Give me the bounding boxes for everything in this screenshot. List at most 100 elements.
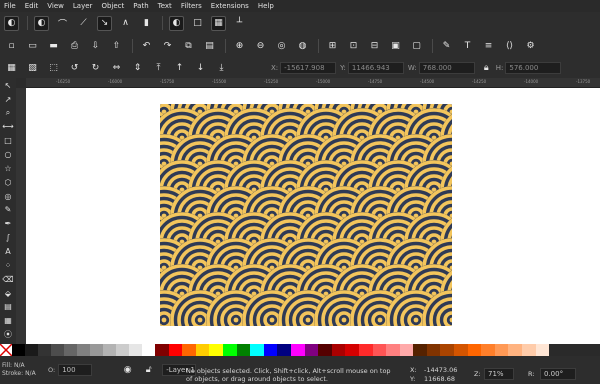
export-icon[interactable]: ⇧	[109, 39, 124, 54]
raise-top-icon[interactable]: ⤒	[151, 61, 166, 76]
color-swatch[interactable]	[182, 344, 196, 356]
node-tool-icon[interactable]: ↗	[2, 94, 14, 104]
color-swatch[interactable]	[290, 344, 305, 356]
rect-icon[interactable]: □	[2, 135, 14, 145]
text-icon[interactable]: T	[460, 39, 475, 54]
zoom-tool-icon[interactable]: ⌕	[2, 108, 14, 118]
menu-view[interactable]: View	[47, 2, 64, 10]
unlink-icon[interactable]: ⊟	[367, 39, 382, 54]
horizontal-ruler[interactable]: -16250 -16000 -15750 -15500 -15250 -15000 -147…	[26, 78, 600, 88]
flip-v-icon[interactable]: ⇕	[130, 61, 145, 76]
color-swatch[interactable]	[399, 344, 414, 356]
menu-object[interactable]: Object	[101, 2, 124, 10]
color-swatch[interactable]	[263, 344, 278, 356]
calligraphy-icon[interactable]: ∫	[2, 232, 14, 242]
group-icon[interactable]: ▣	[388, 39, 403, 54]
deselect-icon[interactable]: ⬚	[46, 61, 61, 76]
rotation-field[interactable]: 0.00°	[540, 368, 576, 380]
color-swatch[interactable]	[116, 344, 129, 356]
color-swatch[interactable]	[129, 344, 142, 356]
w-field[interactable]: 768.000	[418, 62, 475, 74]
snap-circle-icon[interactable]: ◐	[169, 15, 184, 31]
select-all-icon[interactable]: ▦	[4, 61, 19, 76]
spiral-icon[interactable]: ◎	[2, 191, 14, 201]
h-field[interactable]: 576.000	[505, 62, 562, 74]
import-icon[interactable]: ⇩	[88, 39, 103, 54]
vertical-ruler[interactable]	[16, 88, 26, 344]
zoom-field[interactable]: 71%	[484, 368, 514, 380]
star-icon[interactable]: ☆	[2, 163, 14, 173]
bspline-icon[interactable]: ⟋	[76, 16, 91, 31]
color-swatch[interactable]	[481, 344, 495, 356]
save-icon[interactable]: ▬	[46, 39, 61, 54]
lock-icon[interactable]: 🔒︎	[479, 61, 494, 76]
lower-bottom-icon[interactable]: ⤓	[214, 61, 229, 76]
color-swatch[interactable]	[168, 344, 183, 356]
menu-layer[interactable]: Layer	[73, 2, 93, 10]
color-swatch[interactable]	[90, 344, 103, 356]
color-swatch[interactable]	[508, 344, 523, 356]
color-swatch[interactable]	[195, 344, 210, 356]
pencil-icon[interactable]: ✎	[2, 205, 14, 215]
select-all-layers-icon[interactable]: ▧	[25, 61, 40, 76]
spray-icon[interactable]: ⁘	[2, 260, 14, 270]
dropper-icon[interactable]: ⦿	[2, 329, 14, 340]
redo-icon[interactable]: ↷	[160, 39, 175, 54]
bezier-icon[interactable]: ↘	[97, 15, 112, 31]
mesh-icon[interactable]: ▦	[2, 316, 14, 326]
color-swatch[interactable]	[38, 344, 51, 356]
color-swatch[interactable]	[535, 344, 550, 356]
color-swatch[interactable]	[142, 344, 155, 356]
pipe-icon[interactable]: ▮	[139, 16, 154, 31]
align-icon[interactable]: ≡	[481, 39, 496, 54]
color-swatch[interactable]	[209, 344, 223, 356]
color-swatch[interactable]	[77, 344, 90, 356]
x-field[interactable]: -15617.908	[280, 62, 337, 74]
canvas[interactable]	[26, 88, 600, 344]
fill-stroke-icon[interactable]: ✎	[439, 39, 454, 54]
zoom-out-icon[interactable]: ⊖	[253, 39, 268, 54]
opacity-field[interactable]: 100	[58, 364, 93, 376]
spiro-icon[interactable]: ⌒	[55, 16, 70, 31]
raise-icon[interactable]: ↑	[172, 61, 187, 76]
new-icon[interactable]: ▫	[4, 39, 19, 54]
bucket-icon[interactable]: ⬙	[2, 288, 14, 298]
zoom-in-icon[interactable]: ⊕	[232, 39, 247, 54]
square-icon[interactable]: □	[190, 16, 205, 31]
flip-h-icon[interactable]: ⇔	[109, 61, 124, 76]
y-field[interactable]: 11466.943	[347, 62, 404, 74]
color-swatch[interactable]	[12, 344, 25, 356]
3dbox-icon[interactable]: ⬡	[2, 177, 14, 187]
node-icon[interactable]: ◐	[34, 15, 49, 31]
undo-icon[interactable]: ↶	[139, 39, 154, 54]
menu-edit[interactable]: Edit	[25, 2, 39, 10]
color-swatch[interactable]	[236, 344, 251, 356]
circle-icon[interactable]: ◐	[4, 15, 19, 31]
color-swatch[interactable]	[51, 344, 64, 356]
text-tool-icon[interactable]: A	[2, 246, 14, 256]
color-swatch[interactable]	[358, 344, 373, 356]
lower-icon[interactable]: ↓	[193, 61, 208, 76]
color-swatch[interactable]	[331, 344, 346, 356]
grid-icon[interactable]: ▦	[211, 15, 226, 31]
prefs-icon[interactable]: ⚙	[523, 39, 538, 54]
menu-extensions[interactable]: Extensions	[211, 2, 249, 10]
concentric-circles-pattern[interactable]	[160, 104, 452, 326]
color-swatch[interactable]	[372, 344, 387, 356]
menu-file[interactable]: File	[4, 2, 16, 10]
color-swatch[interactable]	[250, 344, 264, 356]
eye-icon[interactable]: ◉	[120, 363, 135, 378]
clone-icon[interactable]: ⊡	[346, 39, 361, 54]
color-swatch[interactable]	[277, 344, 291, 356]
zoom-drawing-icon[interactable]: ◍	[295, 39, 310, 54]
rotate-ccw-icon[interactable]: ↺	[67, 61, 82, 76]
menu-text[interactable]: Text	[158, 2, 172, 10]
color-swatch[interactable]	[345, 344, 359, 356]
duplicate-icon[interactable]: ⊞	[325, 39, 340, 54]
color-swatch[interactable]	[155, 344, 169, 356]
color-swatch[interactable]	[522, 344, 536, 356]
color-swatch[interactable]	[494, 344, 509, 356]
measure-icon[interactable]: ⟷	[2, 122, 14, 132]
rotate-cw-icon[interactable]: ↻	[88, 61, 103, 76]
color-swatch[interactable]	[318, 344, 332, 356]
